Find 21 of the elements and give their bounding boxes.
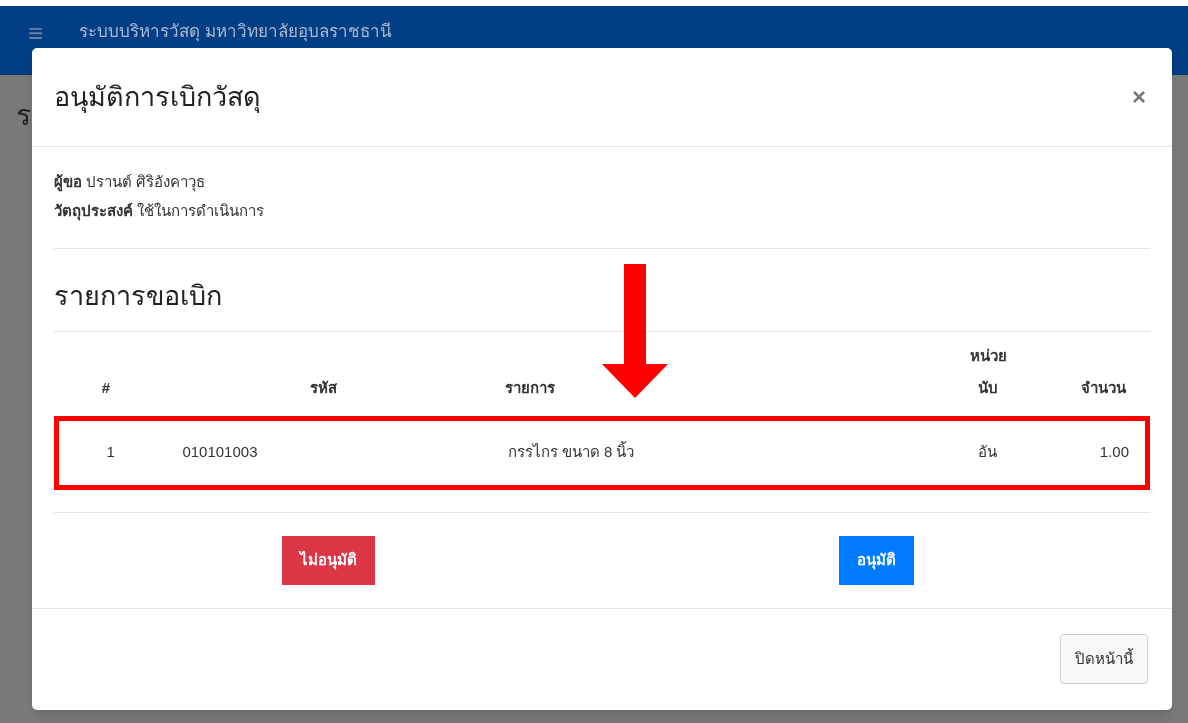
detail-line: วัตถุประสงค์ ใช้ในการดำเนินการ	[54, 200, 266, 222]
section-title: รายการขอเบิก	[54, 281, 222, 311]
approve-button[interactable]: อนุมัติ	[838, 535, 914, 585]
table-cell-text: 1	[106, 442, 115, 463]
close-page-button[interactable]: ปิดหน้านี้	[1060, 634, 1148, 685]
column-header: รหัส	[309, 377, 337, 398]
table-cell-text: 1.00	[1099, 442, 1129, 463]
menu-icon[interactable]: ≡	[28, 20, 44, 46]
page-heading: ร	[16, 100, 31, 131]
column-header: รายการ	[505, 377, 555, 398]
table-cell-text: 010101003	[182, 442, 258, 463]
column-header: จำนวน	[1081, 377, 1126, 398]
app-title: ระบบบริหารวัสดุ มหาวิทยาลัยอุบลราชธานี	[79, 21, 392, 44]
close-button[interactable]: ×	[1132, 85, 1146, 109]
column-header: หน่วย นับ	[968, 345, 1008, 398]
table-cell-text: กรรไกร ขนาด 8 นิ้ว	[507, 441, 635, 463]
modal-title: อนุมัติการเบิกวัสดุ	[54, 80, 261, 115]
detail-line: ผู้ขอ ปรานต์ ศิริอังคาวุธ	[54, 172, 207, 194]
table-cell-text: อัน	[978, 442, 998, 463]
reject-button[interactable]: ไม่อนุมัติ	[281, 535, 375, 585]
column-header: #	[101, 377, 111, 398]
